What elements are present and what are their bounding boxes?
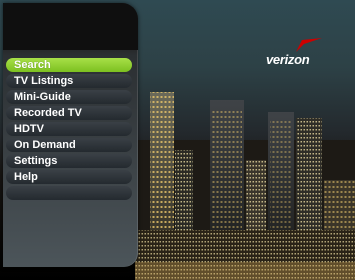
verizon-logo: verizon bbox=[266, 38, 326, 70]
menu-item-settings[interactable]: Settings bbox=[6, 154, 132, 168]
menu-item-tv-listings[interactable]: TV Listings bbox=[6, 74, 132, 88]
panel-header-area bbox=[3, 3, 138, 50]
menu-item-on-demand[interactable]: On Demand bbox=[6, 138, 132, 152]
tv-screen: verizon Search TV Listings Mini-Guide Re… bbox=[0, 0, 355, 280]
menu-item-empty bbox=[6, 186, 132, 200]
menu-item-mini-guide[interactable]: Mini-Guide bbox=[6, 90, 132, 104]
menu-item-hdtv[interactable]: HDTV bbox=[6, 122, 132, 136]
logo-wordmark: verizon bbox=[266, 52, 310, 67]
menu-item-help[interactable]: Help bbox=[6, 170, 132, 184]
main-menu: Search TV Listings Mini-Guide Recorded T… bbox=[6, 58, 132, 202]
menu-item-search[interactable]: Search bbox=[6, 58, 132, 72]
menu-item-recorded-tv[interactable]: Recorded TV bbox=[6, 106, 132, 120]
